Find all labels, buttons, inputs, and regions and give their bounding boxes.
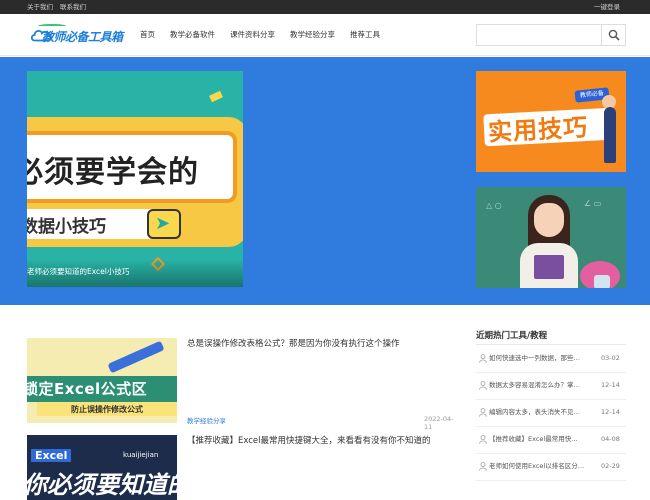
hero-banner: 必须要学会的 数据小技巧 ➤ 老师必须要知道的Excel小技巧 教师必备 实用技… xyxy=(0,57,650,305)
search-icon xyxy=(608,29,620,41)
search-button[interactable] xyxy=(601,25,625,45)
hot-list-item[interactable]: 【推荐收藏】Excel最常用快… 04-08 xyxy=(476,428,626,454)
user-icon xyxy=(479,435,487,444)
vase-illustration xyxy=(594,275,610,288)
hot-panel-title: 近期热门工具/教程 xyxy=(476,331,548,341)
post-date: 2022-04-11 xyxy=(424,415,454,431)
logo-text: 教师必备工具箱 xyxy=(42,30,123,44)
person-illustration xyxy=(604,107,616,163)
slide-decoration xyxy=(209,90,223,103)
thumb-tag: Excel xyxy=(31,449,72,462)
search-box xyxy=(476,24,626,46)
user-icon xyxy=(479,462,487,471)
hot-panel-divider xyxy=(476,344,626,345)
user-icon xyxy=(479,381,487,390)
nav-item-tools[interactable]: 推荐工具 xyxy=(350,14,380,56)
post-category[interactable]: 教学经验分享 xyxy=(187,415,226,425)
site-logo[interactable]: 教师必备工具箱 xyxy=(30,22,123,48)
pen-illustration xyxy=(107,340,165,374)
post-item: Excel kuaijiejian 你必须要知道的 【推荐收藏】Excel最常用… xyxy=(27,435,457,500)
chalk-doodle: ∠ ▭ xyxy=(584,199,602,208)
post-title[interactable]: 【推荐收藏】Excel最常用快捷键大全，来看看有没有你不知道的 xyxy=(187,435,457,447)
arrow-right-icon: ➤ xyxy=(155,213,171,234)
hot-item-title: 编辑内容太多，表头消失不见… xyxy=(489,408,580,416)
user-icon xyxy=(479,408,487,417)
slide-caption[interactable]: 老师必须要知道的Excel小技巧 xyxy=(27,266,129,277)
slide-subline: 数据小技巧 xyxy=(27,217,106,237)
hot-item-title: 数据太多容易混淆怎么办？掌… xyxy=(489,381,580,389)
hot-item-date: 03-02 xyxy=(601,354,620,362)
hot-list-item[interactable]: 老师如何使用Excel以排名区分… 02-29 xyxy=(476,455,626,481)
thumb-subtitle: 防止误操作修改公式 xyxy=(71,405,143,414)
thumb-site: kuaijiejian xyxy=(123,451,159,459)
thumb-title: 锁定Excel公式区 xyxy=(27,380,148,398)
hot-item-date: 12-14 xyxy=(601,381,620,389)
main-content: 锁定Excel公式区 防止误操作修改公式 总是误操作修改表格公式？那是因为你没有… xyxy=(0,305,650,500)
side-promo-tips[interactable]: 教师必备 实用技巧 xyxy=(476,71,626,172)
book-illustration xyxy=(534,255,564,279)
thumb-title: 你必须要知道的 xyxy=(27,471,177,499)
post-thumbnail[interactable]: Excel kuaijiejian 你必须要知道的 xyxy=(27,435,177,500)
nav-item-courseware[interactable]: 课件资料分享 xyxy=(230,14,275,56)
login-link[interactable]: 一键登录 xyxy=(594,2,620,12)
slide-headline: 必须要学会的 xyxy=(27,155,199,190)
post-title[interactable]: 总是误操作修改表格公式？那是因为你没有执行这个操作 xyxy=(187,338,457,350)
hot-list-item[interactable]: 编辑内容太多，表头消失不见… 12-14 xyxy=(476,401,626,427)
contact-link[interactable]: 联系我们 xyxy=(60,2,86,12)
slide-arrow-box: ➤ xyxy=(147,209,181,239)
side-promo-teacher[interactable]: △ ○ ∠ ▭ xyxy=(476,187,626,288)
post-thumbnail[interactable]: 锁定Excel公式区 防止误操作修改公式 xyxy=(27,338,177,423)
site-header: 教师必备工具箱 首页 教学必备软件 课件资料分享 教学经验分享 推荐工具 xyxy=(0,14,650,56)
hot-item-date: 12-14 xyxy=(601,408,620,416)
nav-item-home[interactable]: 首页 xyxy=(140,14,155,56)
hot-item-title: 如何快速选中一列数据，那些… xyxy=(489,354,580,362)
nav-item-experience[interactable]: 教学经验分享 xyxy=(290,14,335,56)
hero-slider[interactable]: 必须要学会的 数据小技巧 ➤ 老师必须要知道的Excel小技巧 xyxy=(27,71,243,287)
search-input[interactable] xyxy=(477,25,601,45)
hot-list-item[interactable]: 如何快速选中一列数据，那些… 03-02 xyxy=(476,347,626,373)
teacher-illustration-face xyxy=(534,203,564,237)
top-bar: 关于我们 联系我们 一键登录 xyxy=(0,0,650,14)
main-nav: 首页 教学必备软件 课件资料分享 教学经验分享 推荐工具 xyxy=(140,14,395,56)
chalk-doodle: △ ○ xyxy=(486,201,502,210)
post-item: 锁定Excel公式区 防止误操作修改公式 总是误操作修改表格公式？那是因为你没有… xyxy=(27,338,457,431)
nav-item-software[interactable]: 教学必备软件 xyxy=(170,14,215,56)
hot-item-title: 【推荐收藏】Excel最常用快… xyxy=(489,435,578,443)
hot-item-date: 02-29 xyxy=(601,462,620,470)
hot-list-item[interactable]: 数据太多容易混淆怎么办？掌… 12-14 xyxy=(476,374,626,400)
promo-title: 实用技巧 xyxy=(487,113,589,147)
hot-item-title: 老师如何使用Excel以排名区分… xyxy=(489,462,585,470)
hot-item-date: 04-08 xyxy=(601,435,620,443)
user-icon xyxy=(479,354,487,363)
about-link[interactable]: 关于我们 xyxy=(27,2,53,12)
